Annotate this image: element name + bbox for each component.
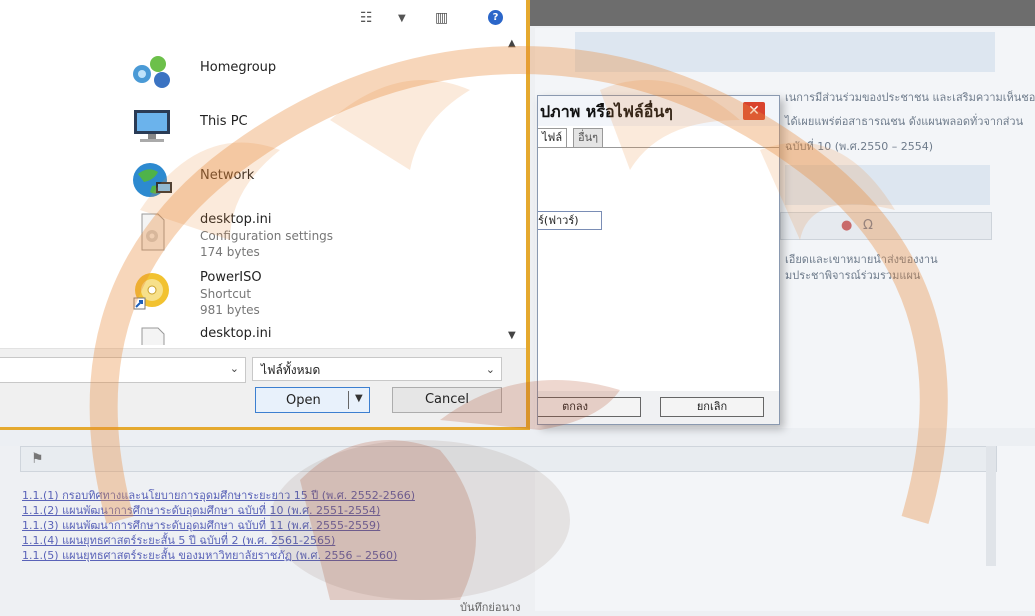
record-icon[interactable]: ● (841, 218, 852, 233)
file-name: PowerISO (200, 270, 262, 285)
bg-text: ฉบับที่ 10 (พ.ศ.2550 – 2554) (785, 140, 933, 153)
file-type: Shortcut (200, 287, 252, 301)
file-type: Configuration settings (200, 229, 334, 243)
file-item[interactable]: desktop.ini Configuration settings 174 b… (120, 208, 500, 264)
scroll-up-icon[interactable]: ▲ (508, 38, 516, 49)
chevron-down-icon: ⌄ (485, 363, 495, 376)
file-path-field[interactable]: ร์(ฟาวร์) (538, 211, 602, 230)
poweriso-icon (133, 273, 169, 310)
open-button[interactable]: Open ▼ (255, 387, 370, 413)
tab-file[interactable]: ไฟล์ (538, 128, 568, 147)
file-name: desktop.ini (200, 326, 272, 341)
dialog-titlebar: ปภาพ หรือไฟล์อื่นๆ ✕ (538, 96, 779, 126)
change-view-icon[interactable]: ☷ (360, 10, 373, 26)
nav-item-this-pc[interactable]: This PC (120, 102, 500, 152)
dialog-footer: ⌄ ไฟล์ทั้งหมด ⌄ Open ▼ Cancel (0, 348, 526, 427)
bg-footer-label: บันทึกย่อนาง (460, 601, 521, 614)
document-link[interactable]: 1.1.(2) แผนพัฒนาการศึกษาระดับอุดมศึกษา ฉ… (22, 503, 622, 518)
file-size: 981 bytes (200, 303, 260, 317)
file-type-select[interactable]: ไฟล์ทั้งหมด ⌄ (252, 357, 502, 381)
tab-other[interactable]: อื่นๆ (573, 128, 604, 147)
document-link[interactable]: 1.1.(4) แผนยุทธศาสตร์ระยะสั้น 5 ปี ฉบับท… (22, 533, 622, 548)
flag-icon[interactable]: ⚑ (31, 451, 44, 467)
cancel-button[interactable]: Cancel (392, 387, 502, 413)
split-divider (348, 391, 349, 409)
preview-pane-icon[interactable]: ▥ (435, 10, 448, 26)
file-item[interactable]: PowerISO Shortcut 981 bytes (120, 266, 500, 322)
cancel-button[interactable]: ยกเลิก (660, 397, 764, 417)
file-name: desktop.ini (200, 212, 272, 227)
homegroup-icon (133, 56, 170, 88)
view-dropdown-icon[interactable]: ▼ (398, 13, 406, 24)
insert-image-dialog: ปภาพ หรือไฟล์อื่นๆ ✕ ไฟล์ อื่นๆ ร์(ฟาวร์… (537, 95, 780, 425)
dialog-title: ปภาพ หรือไฟล์อื่นๆ (540, 102, 673, 121)
bg-text: มประชาพิจารณ์ร่วมรวมแผน (785, 269, 921, 282)
bg-section-header (785, 165, 990, 205)
nav-item-label: Network (200, 168, 255, 183)
open-button-label: Open (286, 393, 321, 408)
bg-editor-toolbar: ● Ω (780, 212, 992, 240)
close-icon[interactable]: ✕ (743, 102, 765, 120)
document-link[interactable]: 1.1.(1) กรอบทิศทางและนโยบายการอุดมศึกษาร… (22, 488, 622, 503)
help-icon[interactable]: ? (488, 10, 503, 25)
ini-file-icon (141, 213, 165, 251)
nav-item-label: This PC (200, 114, 248, 129)
bg-scrollbar[interactable] (986, 446, 996, 566)
computer-icon (134, 110, 170, 142)
document-link[interactable]: 1.1.(3) แผนพัฒนาการศึกษาระดับอุดมศึกษา ฉ… (22, 518, 622, 533)
scroll-down-icon[interactable]: ▼ (508, 330, 516, 341)
browser-top-strip (530, 0, 1035, 26)
filename-dropdown[interactable]: ⌄ (0, 357, 246, 383)
file-list: Homegroup This PC Network desktop.ini Co… (120, 40, 515, 345)
bg-lower-toolbar: ⚑ (20, 446, 997, 472)
dropdown-arrow-icon[interactable]: ▼ (355, 393, 363, 404)
ini-file-icon (141, 327, 165, 345)
bg-lower-bar (0, 428, 1035, 446)
chevron-down-icon: ⌄ (229, 362, 239, 375)
file-size: 174 bytes (200, 245, 260, 259)
ok-button[interactable]: ตกลง (538, 397, 641, 417)
nav-item-label: Homegroup (200, 60, 277, 75)
file-item[interactable]: desktop.ini (120, 322, 500, 345)
bg-text: เนการมีส่วนร่วมของประชาชน และเสริมความเห… (785, 91, 1035, 104)
network-icon (133, 163, 172, 197)
nav-item-homegroup[interactable]: Homegroup (120, 48, 500, 98)
file-open-dialog: ☷ ▼ ▥ ? Homegroup This PC Network deskto… (0, 0, 530, 430)
file-list-scrollbar[interactable]: ▲ ▼ (506, 38, 520, 348)
tab-divider (538, 147, 779, 148)
bg-link-list: 1.1.(1) กรอบทิศทางและนโยบายการอุดมศึกษาร… (22, 488, 622, 563)
dialog-button-bar: ตกลง ยกเลิก (538, 391, 779, 424)
bg-text: ได้เผยแพร่ต่อสาธารณชน ดังแผนพลอดทั่วจากส… (785, 115, 1024, 128)
document-link[interactable]: 1.1.(5) แผนยุทธศาสตร์ระยะสั้น ของมหาวิทย… (22, 548, 622, 563)
bg-header-block (575, 32, 995, 72)
file-type-value: ไฟล์ทั้งหมด (261, 363, 321, 377)
nav-item-network[interactable]: Network (120, 156, 500, 206)
omega-icon[interactable]: Ω (863, 218, 873, 233)
